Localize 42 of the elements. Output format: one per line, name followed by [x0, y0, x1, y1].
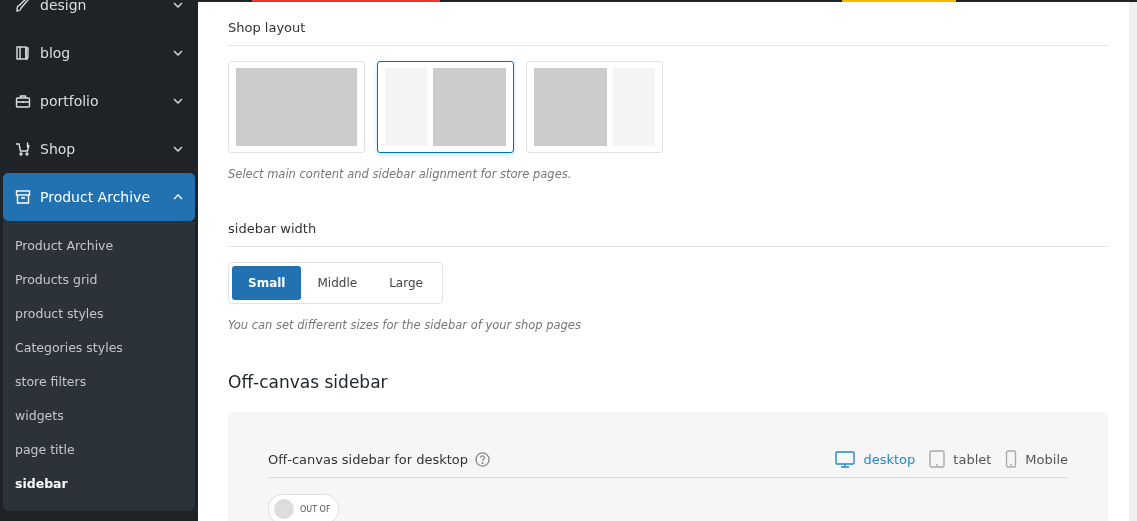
size-option[interactable]: Middle	[301, 266, 374, 300]
cart-icon	[15, 141, 31, 157]
device-tab[interactable]: desktop	[835, 450, 916, 468]
scrollbar-track[interactable]	[1129, 0, 1137, 521]
tablet-icon	[929, 450, 946, 468]
section-title: sidebar width	[228, 221, 1108, 247]
section-heading: Off-canvas sidebar	[228, 372, 389, 392]
submenu-item[interactable]: sidebar	[3, 467, 195, 501]
nav-menu-item[interactable]: Product Archive	[3, 173, 195, 221]
chevron-up-icon	[173, 192, 183, 202]
submenu-item[interactable]: Product Archive	[3, 229, 195, 263]
submenu-item[interactable]: product styles	[3, 297, 195, 331]
setting-label: Off-canvas sidebar for desktop	[268, 451, 468, 467]
nav-menu-item[interactable]: blog	[3, 29, 195, 77]
briefcase-icon	[15, 93, 31, 109]
nav-menu-item[interactable]: Shop	[3, 125, 195, 173]
size-option[interactable]: Small	[232, 266, 302, 300]
phone-icon	[1005, 450, 1018, 468]
help-text: You can set different sizes for the sidebar of your shop pages	[228, 318, 582, 332]
submenu-item[interactable]: widgets	[3, 399, 195, 433]
device-tab[interactable]: Mobile	[1005, 450, 1068, 468]
toggle-switch[interactable]: OUT OF	[268, 494, 340, 521]
help-text: Select main content and sidebar alignment for store pages.	[228, 167, 573, 181]
submenu-item[interactable]: Products grid	[3, 263, 195, 297]
nav-menu-item[interactable]: portfolio	[3, 77, 195, 125]
section-title: Shop layout	[228, 20, 1108, 46]
chevron-down-icon	[173, 144, 183, 154]
layout-option[interactable]	[377, 61, 514, 153]
archive-icon	[15, 189, 31, 205]
monitor-icon	[835, 450, 856, 468]
size-option[interactable]: Large	[373, 266, 439, 300]
help-icon[interactable]	[475, 451, 490, 467]
brush-icon	[15, 0, 31, 13]
submenu-item[interactable]: Categories styles	[3, 331, 195, 365]
submenu-item[interactable]: store filters	[3, 365, 195, 399]
chevron-down-icon	[173, 96, 183, 106]
chevron-down-icon	[173, 48, 183, 58]
book-icon	[15, 45, 31, 61]
chevron-down-icon	[173, 0, 183, 10]
nav-menu-item[interactable]: design	[3, 0, 195, 29]
submenu-item[interactable]: page title	[3, 433, 195, 467]
device-tab[interactable]: tablet	[929, 450, 992, 468]
